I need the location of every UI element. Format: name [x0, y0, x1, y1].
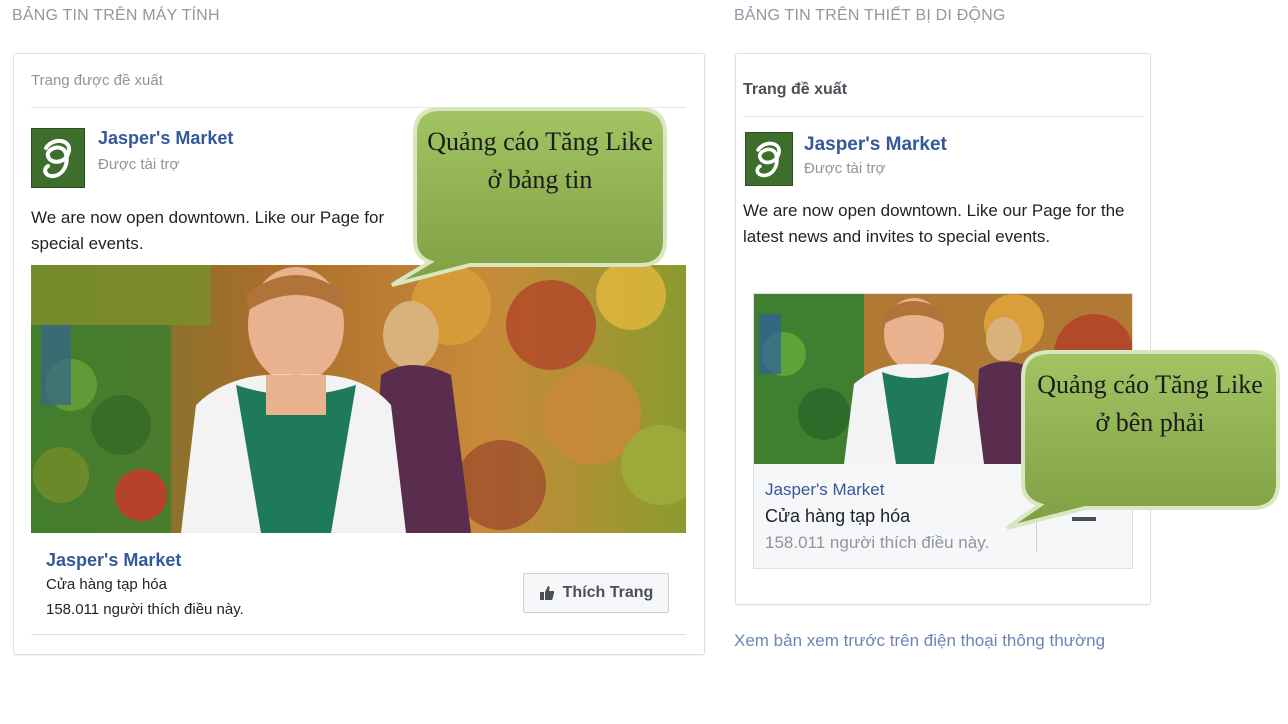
- like-page-button-label: Thích Trang: [562, 584, 654, 601]
- right-column-ad-callout: Quảng cáo Tăng Like ở bên phải: [1005, 350, 1283, 530]
- mobile-sponsored-label: Được tài trợ: [804, 160, 886, 177]
- newsfeed-callout-text: Quảng cáo Tăng Like ở bảng tin: [427, 127, 653, 194]
- desktop-ad-body-text: We are now open downtown. Like our Page …: [31, 208, 385, 253]
- like-page-button[interactable]: Thích Trang: [523, 573, 669, 613]
- mobile-divider: [743, 116, 1143, 117]
- feature-phone-preview-link[interactable]: Xem bản xem trước trên điện thoại thông …: [734, 628, 1114, 654]
- right-column-callout-text: Quảng cáo Tăng Like ở bên phải: [1037, 370, 1263, 437]
- desktop-card-header: Trang được đề xuất: [31, 72, 163, 89]
- desktop-ad-image[interactable]: [31, 265, 686, 533]
- desktop-footer-likes: 158.011 người thích điều này.: [46, 601, 244, 618]
- desktop-page-name[interactable]: Jasper's Market: [98, 128, 233, 149]
- mobile-card-header: Trang đề xuất: [743, 81, 848, 98]
- mobile-footer-category: Cửa hàng tạp hóa: [765, 506, 911, 526]
- desktop-sponsored-label: Được tài trợ: [98, 156, 180, 173]
- desktop-section-title: BẢNG TIN TRÊN MÁY TÍNH: [12, 7, 220, 24]
- mobile-page-name[interactable]: Jasper's Market: [804, 134, 947, 156]
- newsfeed-ad-callout: Quảng cáo Tăng Like ở bảng tin: [390, 107, 670, 287]
- thumbs-up-icon: [539, 586, 554, 600]
- mobile-ad-body-text: We are now open downtown. Like our Page …: [743, 201, 1125, 246]
- desktop-footer-page-name[interactable]: Jasper's Market: [46, 550, 181, 571]
- mobile-footer-page-name[interactable]: Jasper's Market: [765, 480, 884, 500]
- mobile-section-title: BẢNG TIN TRÊN THIẾT BỊ DI ĐỘNG: [734, 7, 1006, 24]
- mobile-jaspers-market-logo-icon[interactable]: [745, 132, 793, 186]
- mobile-footer-likes: 158.011 người thích điều này.: [765, 533, 990, 552]
- jaspers-market-logo-icon[interactable]: [31, 128, 85, 188]
- desktop-footer-category: Cửa hàng tạp hóa: [46, 576, 167, 593]
- desktop-card-bottom: [31, 634, 686, 635]
